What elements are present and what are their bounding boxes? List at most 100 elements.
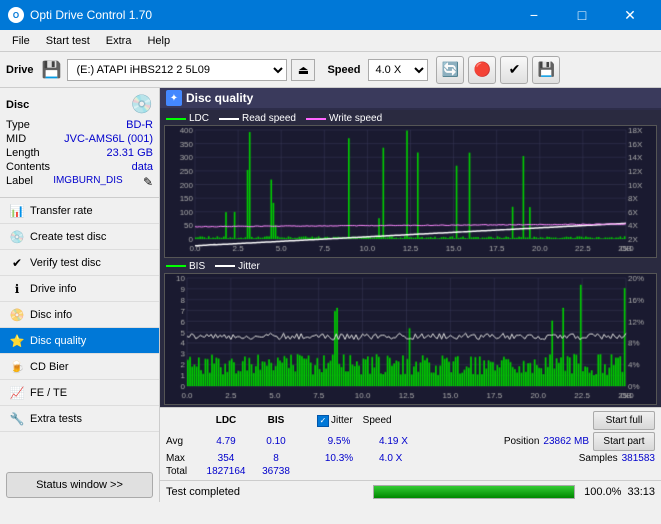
bottom-chart-canvas [165, 274, 656, 405]
disc-contents-label: Contents [6, 161, 50, 173]
sidebar-item-transfer-rate[interactable]: 📊 Transfer rate [0, 198, 159, 224]
chart-title: Disc quality [186, 91, 253, 105]
sidebar-item-drive-info[interactable]: ℹ Drive info [0, 276, 159, 302]
stats-samples-value: 381583 [622, 453, 655, 464]
bottom-chart [164, 273, 657, 406]
stats-total-bis: 36738 [251, 466, 301, 477]
jitter-checkbox[interactable]: ✓ [317, 415, 329, 427]
jitter-label: Jitter [331, 415, 353, 426]
time-display: 33:13 [627, 486, 655, 498]
refresh-button[interactable]: 🔄 [436, 56, 464, 84]
bottom-chart-legend: BIS Jitter [164, 260, 657, 273]
progress-bar-track [373, 485, 576, 499]
sidebar-item-label-drive-info: Drive info [30, 283, 76, 295]
sidebar-item-cd-bier[interactable]: 🍺 CD Bier [0, 354, 159, 380]
disc-icon: 💿 [131, 94, 153, 115]
maximize-button[interactable]: □ [559, 0, 605, 30]
minimize-button[interactable]: − [511, 0, 557, 30]
start-full-button[interactable]: Start full [593, 411, 655, 430]
stats-total-ldc: 1827164 [201, 466, 251, 477]
drive-select[interactable]: (E:) ATAPI iHBS212 2 5L09 [67, 59, 287, 81]
stats-max-ldc: 354 [201, 453, 251, 464]
legend-write-speed: Write speed [306, 113, 382, 124]
legend-jitter-label: Jitter [238, 261, 260, 272]
sidebar-item-create-test-disc[interactable]: 💿 Create test disc [0, 224, 159, 250]
right-panel: ✦ Disc quality LDC Read speed [160, 88, 661, 502]
disc-length-row: Length 23.31 GB [6, 147, 153, 159]
stats-header-ldc: LDC [201, 415, 251, 426]
legend-read-speed: Read speed [219, 113, 296, 124]
menu-help[interactable]: Help [139, 33, 178, 49]
sidebar-item-disc-quality[interactable]: ⭐ Disc quality [0, 328, 159, 354]
stats-max-label: Max [166, 453, 201, 464]
disc-mid-row: MID JVC-AMS6L (001) [6, 133, 153, 145]
eject-button[interactable]: ⏏ [291, 59, 315, 81]
sidebar-item-label-cd-bier: CD Bier [30, 361, 69, 373]
create-test-disc-icon: 💿 [8, 228, 26, 246]
verify-button[interactable]: ✔ [500, 56, 528, 84]
cd-bier-icon: 🍺 [8, 358, 26, 376]
speed-label: Speed [327, 64, 360, 76]
chart-title-icon: ✦ [166, 90, 182, 106]
disc-contents-row: Contents data [6, 161, 153, 173]
legend-write-speed-label: Write speed [329, 113, 382, 124]
progress-bar-fill [374, 486, 575, 498]
sidebar-item-extra-tests[interactable]: 🔧 Extra tests [0, 406, 159, 432]
sidebar-item-label-verify: Verify test disc [30, 257, 101, 269]
stats-position-row: Position 23862 MB Start part [504, 432, 655, 451]
status-window-button[interactable]: Status window >> [6, 472, 153, 498]
disc-type-value: BD-R [126, 119, 153, 131]
legend-jitter: Jitter [215, 261, 260, 272]
sidebar-nav: 📊 Transfer rate 💿 Create test disc ✔ Ver… [0, 198, 159, 468]
stats-header-bis: BIS [251, 415, 301, 426]
legend-write-speed-color [306, 118, 326, 120]
sidebar-item-label-extra-tests: Extra tests [30, 413, 82, 425]
sidebar-item-verify-test-disc[interactable]: ✔ Verify test disc [0, 250, 159, 276]
menu-bar: File Start test Extra Help [0, 30, 661, 52]
stats-header-row: LDC BIS ✓ Jitter Speed Start full [166, 411, 655, 430]
sidebar-item-disc-info[interactable]: 📀 Disc info [0, 302, 159, 328]
sidebar-item-fe-te[interactable]: 📈 FE / TE [0, 380, 159, 406]
disc-type-row: Type BD-R [6, 119, 153, 131]
verify-test-disc-icon: ✔ [8, 254, 26, 272]
menu-file[interactable]: File [4, 33, 38, 49]
disc-label-row: Label IMGBURN_DIS ✎ [6, 175, 153, 189]
speed-select[interactable]: 4.0 X 1.0 X 2.0 X 8.0 X 16.0 X [368, 59, 428, 81]
disc-label-value: IMGBURN_DIS [53, 175, 122, 189]
legend-read-speed-color [219, 118, 239, 120]
sidebar-item-label-create-test: Create test disc [30, 231, 106, 243]
stats-max-bis: 8 [251, 453, 301, 464]
disc-contents-value: data [132, 161, 153, 173]
legend-read-speed-label: Read speed [242, 113, 296, 124]
stats-position-value: 23862 MB [543, 436, 589, 447]
top-chart-canvas [165, 126, 656, 257]
menu-start-test[interactable]: Start test [38, 33, 98, 49]
toolbar: Drive 💾 (E:) ATAPI iHBS212 2 5L09 ⏏ Spee… [0, 52, 661, 88]
disc-info-icon: 📀 [8, 306, 26, 324]
stats-max-row: Max 354 8 10.3% 4.0 X Samples 381583 [166, 453, 655, 464]
stats-total-label: Total [166, 466, 201, 477]
stats-avg-label: Avg [166, 436, 201, 447]
menu-extra[interactable]: Extra [98, 33, 140, 49]
disc-label-icon[interactable]: ✎ [143, 175, 153, 189]
disc-mid-label: MID [6, 133, 26, 145]
save-button[interactable]: 💾 [532, 56, 560, 84]
drive-label: Drive [6, 64, 34, 76]
disc-length-label: Length [6, 147, 40, 159]
close-button[interactable]: ✕ [607, 0, 653, 30]
disc-length-value: 23.31 GB [107, 147, 153, 159]
fe-te-icon: 📈 [8, 384, 26, 402]
stats-avg-jitter: 9.5% [309, 436, 369, 447]
drive-info-icon: ℹ [8, 280, 26, 298]
start-part-button[interactable]: Start part [593, 432, 655, 451]
legend-bis-label: BIS [189, 261, 205, 272]
main-content: Disc 💿 Type BD-R MID JVC-AMS6L (001) Len… [0, 88, 661, 502]
title-bar: O Opti Drive Control 1.70 − □ ✕ [0, 0, 661, 30]
legend-ldc: LDC [166, 113, 209, 124]
disc-header: Disc 💿 [6, 94, 153, 115]
stats-max-jitter: 10.3% [309, 453, 369, 464]
bottom-chart-container: BIS Jitter [164, 260, 657, 406]
window-controls: − □ ✕ [511, 0, 653, 30]
chart-title-bar: ✦ Disc quality [160, 88, 661, 108]
burn-button[interactable]: 🔴 [468, 56, 496, 84]
